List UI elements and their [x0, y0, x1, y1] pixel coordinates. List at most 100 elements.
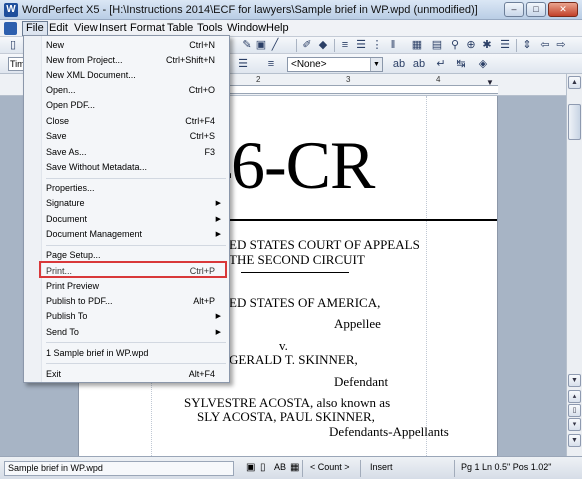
style-value: <None>	[291, 59, 327, 70]
vertical-scrollbar[interactable]: ▲ ▼ ▴ ▯ ▾ ▼	[566, 74, 582, 456]
party-3-line-2: SLY ACOSTA, PAUL SKINNER,	[197, 409, 375, 424]
ruler-number: 3	[346, 75, 351, 84]
menu-item-exit[interactable]: Exit Alt+F4	[24, 367, 229, 382]
menu-item-properties[interactable]: Properties...	[24, 181, 229, 196]
menu-item-recent-file[interactable]: 1 Sample brief in WP.wpd	[24, 346, 229, 361]
menu-separator	[46, 363, 226, 364]
menu-item-send-to[interactable]: Send To ▶	[24, 325, 229, 340]
menu-item-new[interactable]: New Ctrl+N	[24, 38, 229, 53]
indent-icon[interactable]: ↵	[434, 58, 448, 71]
bookmark-icon[interactable]: ◈	[476, 58, 490, 71]
menu-item-new-from-project[interactable]: New from Project... Ctrl+Shift+N	[24, 53, 229, 68]
sort-icon[interactable]: ☰	[498, 39, 512, 52]
highlight-icon[interactable]: ✐	[300, 39, 314, 52]
court-line-1: ED STATES COURT OF APPEALS	[229, 237, 420, 252]
align-left-icon[interactable]: ≡	[338, 39, 352, 52]
menu-item-close[interactable]: Close Ctrl+F4	[24, 114, 229, 129]
document-icon[interactable]	[4, 22, 17, 35]
page-up-icon[interactable]: ▴	[568, 390, 581, 403]
menu-help[interactable]: Help	[263, 22, 292, 35]
bullets-icon[interactable]: ☰	[354, 39, 368, 52]
menu-item-print-preview[interactable]: Print Preview	[24, 279, 229, 294]
zoom-icon[interactable]: ⊕	[464, 39, 478, 52]
minimize-button[interactable]: –	[504, 2, 524, 17]
scroll-down-icon[interactable]: ▼	[568, 374, 581, 387]
wordperfect-app-icon[interactable]: W	[4, 3, 18, 17]
numbering-icon[interactable]: ⋮	[370, 39, 384, 52]
menu-item-save[interactable]: Save Ctrl+S	[24, 129, 229, 144]
close-button[interactable]: ✕	[548, 2, 578, 17]
submenu-arrow-icon: ▶	[215, 200, 221, 207]
menu-item-save-as[interactable]: Save As... F3	[24, 145, 229, 160]
menu-item-save-without-metadata[interactable]: Save Without Metadata...	[24, 160, 229, 175]
submenu-arrow-icon: ▶	[215, 216, 221, 223]
chart-icon[interactable]: ▤	[430, 39, 444, 52]
status-lock-icon[interactable]: ▣	[246, 461, 255, 476]
menu-separator	[46, 178, 226, 179]
submenu-arrow-icon: ▶	[215, 329, 221, 336]
columns-icon[interactable]: ‖	[386, 39, 400, 52]
hyphen-icon[interactable]: ↹	[454, 58, 468, 71]
status-mode[interactable]: Insert	[370, 461, 393, 476]
menu-edit[interactable]: Edit	[46, 22, 71, 35]
line-spacing-icon[interactable]: ≡	[264, 58, 278, 71]
right-margin-marker-icon[interactable]: ▼	[486, 78, 494, 87]
scroll-thumb[interactable]	[568, 104, 581, 140]
status-grid-icon[interactable]: ▦	[290, 461, 299, 476]
menu-item-open-pdf[interactable]: Open PDF...	[24, 98, 229, 113]
style-selector[interactable]: <None> ▼	[287, 57, 383, 72]
find-icon[interactable]: ⚲	[448, 39, 462, 52]
menu-item-open[interactable]: Open... Ctrl+O	[24, 83, 229, 98]
menu-format[interactable]: Format	[127, 22, 168, 35]
role-3: Defendants-Appellants	[329, 424, 449, 439]
role-1: Appellee	[334, 316, 381, 331]
draw-icon[interactable]: ✎	[240, 39, 254, 52]
menu-item-publish-to[interactable]: Publish To ▶	[24, 309, 229, 324]
spell-icon[interactable]: ab	[392, 58, 406, 71]
menu-item-document[interactable]: Document ▶	[24, 212, 229, 227]
menu-insert[interactable]: Insert	[96, 22, 130, 35]
status-position[interactable]: Pg 1 Ln 0.5" Pos 1.02"	[461, 461, 551, 476]
grammar-icon[interactable]: ab	[412, 58, 426, 71]
fill-icon[interactable]: ◆	[316, 39, 330, 52]
ruler-number: 4	[436, 75, 441, 84]
party-1: ED STATES OF AMERICA,	[229, 295, 381, 310]
forward-icon[interactable]: ⇨	[554, 39, 568, 52]
menu-item-signature[interactable]: Signature ▶	[24, 196, 229, 211]
file-menu-dropdown: New Ctrl+N New from Project... Ctrl+Shif…	[23, 35, 230, 383]
status-document-name[interactable]: Sample brief in WP.wpd	[4, 461, 234, 476]
menu-item-new-xml[interactable]: New XML Document...	[24, 68, 229, 83]
window-title: WordPerfect X5 - [H:\Instructions 2014\E…	[22, 4, 478, 16]
maximize-button[interactable]: □	[526, 2, 546, 17]
role-2: Defendant	[334, 374, 389, 389]
margin-guide	[426, 96, 427, 456]
court-line-2: THE SECOND CIRCUIT	[229, 252, 365, 267]
print-highlight-box	[39, 261, 227, 278]
menu-separator	[46, 342, 226, 343]
scroll-end-icon[interactable]: ▼	[568, 434, 581, 447]
back-icon[interactable]: ⇦	[538, 39, 552, 52]
menu-table[interactable]: Table	[164, 22, 196, 35]
new-doc-icon[interactable]: ▯	[6, 39, 20, 52]
justify-icon[interactable]: ☰	[236, 58, 250, 71]
shape-icon[interactable]: ▣	[254, 39, 268, 52]
divider-line	[241, 272, 349, 273]
menu-item-publish-to-pdf[interactable]: Publish to PDF... Alt+P	[24, 294, 229, 309]
menu-file[interactable]: File	[22, 21, 48, 36]
scroll-up-icon[interactable]: ▲	[568, 76, 581, 89]
menu-item-document-management[interactable]: Document Management ▶	[24, 227, 229, 242]
status-page-icon[interactable]: ▯	[260, 461, 266, 476]
party-2: GERALD T. SKINNER,	[229, 352, 358, 367]
line-icon[interactable]: ╱	[268, 39, 282, 52]
menu-tools[interactable]: Tools	[194, 22, 226, 35]
status-bar: Sample brief in WP.wpd ▣ ▯ AB ▦ < Count …	[0, 456, 582, 479]
page-icon[interactable]: ▯	[568, 404, 581, 417]
page-down-icon[interactable]: ▾	[568, 418, 581, 431]
status-ab[interactable]: AB	[274, 461, 286, 476]
menu-separator	[46, 245, 226, 246]
symbol-icon[interactable]: ✱	[480, 39, 494, 52]
chevron-down-icon[interactable]: ▼	[370, 58, 382, 71]
table-icon[interactable]: ▦	[410, 39, 424, 52]
status-count[interactable]: < Count >	[310, 461, 350, 476]
move-icon[interactable]: ⇕	[520, 39, 534, 52]
